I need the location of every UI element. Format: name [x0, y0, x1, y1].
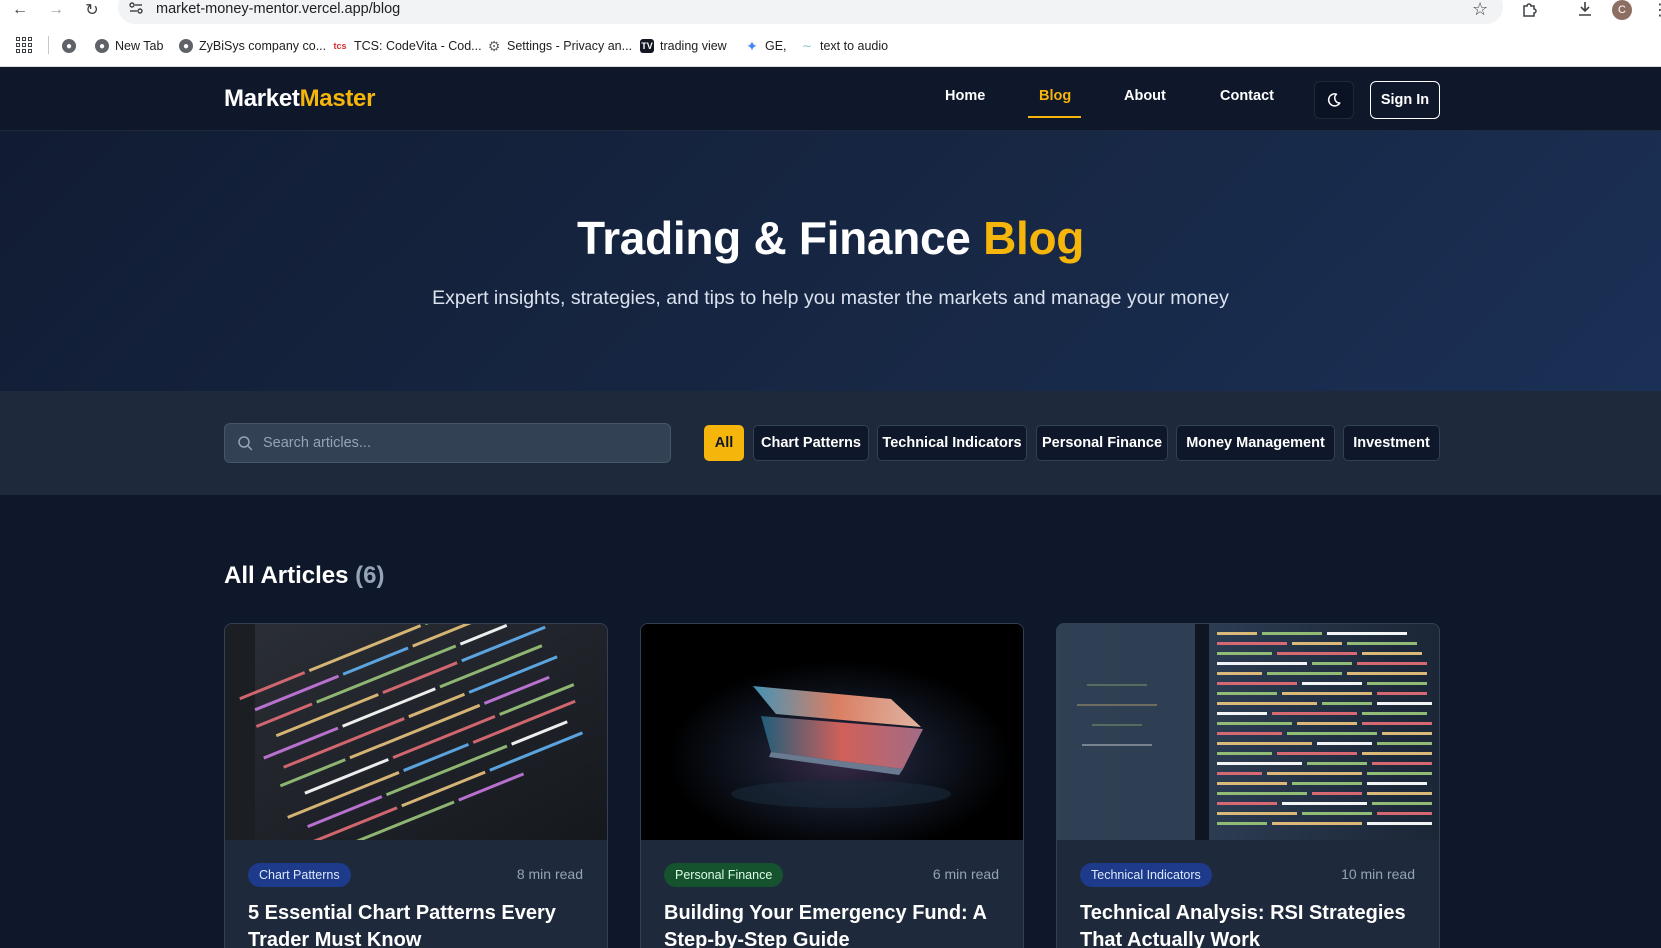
bookmark-item[interactable]: TV trading view: [640, 36, 727, 56]
category-badge: Technical Indicators: [1080, 863, 1212, 887]
bookmark-globe[interactable]: ●: [62, 36, 76, 56]
bookmark-label: TCS: CodeVita - Cod...: [354, 39, 482, 53]
back-icon[interactable]: ←: [10, 0, 30, 20]
globe-icon: ●: [179, 39, 193, 53]
moon-icon: [1327, 93, 1341, 107]
menu-kebab-icon[interactable]: ⋮: [1652, 0, 1661, 20]
tradingview-logo-icon: TV: [640, 39, 654, 53]
read-time: 6 min read: [932, 866, 999, 882]
hero-title-highlight: Blog: [983, 212, 1085, 264]
gemini-sparkle-icon: ✦: [746, 37, 758, 54]
hero-title-main: Trading & Finance: [576, 212, 971, 264]
filter-chip-all[interactable]: All: [704, 425, 744, 461]
bookmark-label: text to audio: [820, 39, 889, 53]
article-cover-image: [641, 624, 1023, 840]
forward-icon[interactable]: →: [46, 0, 66, 20]
settings-gear-icon: ⚙: [487, 37, 501, 54]
audio-wave-icon: ∼: [801, 39, 813, 53]
search-input[interactable]: [263, 424, 663, 462]
article-card[interactable]: Personal Finance 6 min read Building You…: [640, 623, 1024, 948]
category-badge: Personal Finance: [664, 863, 784, 887]
articles-count: (6): [355, 562, 385, 589]
article-title[interactable]: 5 Essential Chart Patterns Every Trader …: [248, 900, 578, 948]
nav-home[interactable]: Home: [945, 88, 985, 104]
download-icon[interactable]: [1576, 0, 1594, 23]
filter-chip-investment[interactable]: Investment: [1343, 425, 1440, 461]
bookmark-item[interactable]: tcs TCS: CodeVita - Cod...: [332, 36, 482, 56]
bookmarks-bar: ● ● New Tab ● ZyBiSys company co... tcs …: [0, 24, 1661, 67]
reload-icon[interactable]: ↻: [82, 0, 102, 20]
bookmark-item[interactable]: ✦ GE,: [745, 36, 787, 56]
nav-active-indicator: [1028, 116, 1081, 118]
page-title: Trading & Finance Blog: [0, 211, 1661, 265]
hero-section: Trading & Finance Blog Expert insights, …: [0, 131, 1661, 391]
filter-chip-money-management[interactable]: Money Management: [1176, 425, 1335, 461]
hero-subtitle: Expert insights, strategies, and tips to…: [432, 287, 1229, 309]
bookmark-label: Settings - Privacy an...: [507, 39, 633, 53]
bookmark-item[interactable]: ● ZyBiSys company co...: [179, 36, 326, 56]
nav-about[interactable]: About: [1124, 88, 1166, 104]
site-header: MarketMaster Home Blog About Contact Sig…: [0, 67, 1661, 131]
category-badge: Chart Patterns: [248, 863, 351, 887]
read-time: 8 min read: [516, 866, 583, 882]
filter-chip-chart-patterns[interactable]: Chart Patterns: [753, 425, 869, 461]
extensions-icon[interactable]: [1521, 0, 1539, 23]
article-card[interactable]: Chart Patterns 8 min read 5 Essential Ch…: [224, 623, 608, 948]
articles-heading-text: All Articles: [224, 562, 349, 589]
article-title[interactable]: Technical Analysis: RSI Strategies That …: [1080, 900, 1410, 948]
bookmark-item[interactable]: ● New Tab: [95, 36, 163, 56]
bookmark-item[interactable]: ∼ text to audio: [800, 36, 888, 56]
browser-toolbar: ← → ↻ market-money-mentor.vercel.app/blo…: [0, 0, 1661, 24]
logo-text-market: Market: [224, 85, 300, 112]
url-text[interactable]: market-money-mentor.vercel.app/blog: [156, 1, 400, 17]
profile-avatar[interactable]: C: [1612, 0, 1632, 20]
bookmark-label: trading view: [660, 39, 727, 53]
article-card[interactable]: Technical Indicators 10 min read Technic…: [1056, 623, 1440, 948]
globe-icon: ●: [62, 39, 76, 53]
logo-text-master: Master: [299, 85, 376, 112]
filter-chip-technical-indicators[interactable]: Technical Indicators: [877, 425, 1027, 461]
search-box[interactable]: [224, 423, 671, 463]
bookmark-star-icon[interactable]: ☆: [1472, 0, 1488, 20]
bookmarks-divider: [48, 36, 49, 54]
bookmark-label: GE,: [765, 39, 787, 53]
article-title[interactable]: Building Your Emergency Fund: A Step-by-…: [664, 900, 994, 948]
bookmark-label: New Tab: [115, 39, 164, 53]
filter-chip-personal-finance[interactable]: Personal Finance: [1036, 425, 1168, 461]
article-cover-image: [1057, 624, 1439, 840]
site-logo[interactable]: MarketMaster: [224, 85, 375, 113]
search-icon: [238, 436, 253, 451]
site-info-icon[interactable]: [128, 0, 144, 18]
nav-contact[interactable]: Contact: [1220, 88, 1274, 104]
articles-heading: All Articles (6): [224, 562, 385, 590]
read-time: 10 min read: [1341, 866, 1415, 882]
theme-toggle-button[interactable]: [1314, 81, 1354, 119]
bookmark-label: ZyBiSys company co...: [199, 39, 327, 53]
apps-grid-icon[interactable]: [16, 37, 32, 53]
sign-in-button[interactable]: Sign In: [1370, 81, 1440, 119]
bookmark-item[interactable]: ⚙ Settings - Privacy an...: [487, 36, 632, 56]
filter-bar: All Chart Patterns Technical Indicators …: [0, 391, 1661, 495]
globe-icon: ●: [95, 39, 109, 53]
nav-blog[interactable]: Blog: [1039, 88, 1071, 104]
tcs-logo-icon: tcs: [333, 41, 347, 51]
article-cover-image: [225, 624, 607, 840]
